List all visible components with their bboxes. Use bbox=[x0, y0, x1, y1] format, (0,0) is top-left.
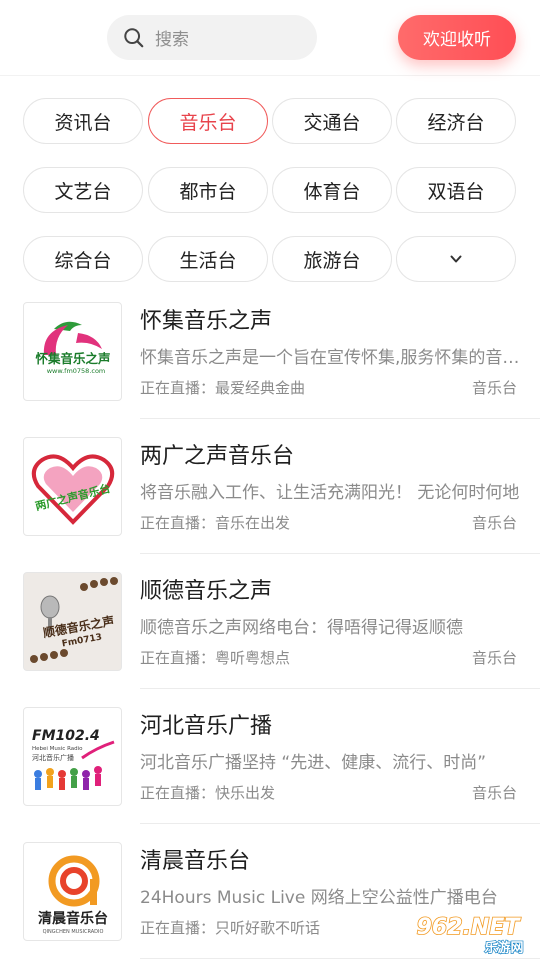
station-title: 两广之声音乐台 bbox=[140, 444, 295, 469]
category-economy[interactable]: 经济台 bbox=[396, 98, 516, 144]
station-tag: 音乐台 bbox=[471, 379, 517, 397]
category-city[interactable]: 都市台 bbox=[148, 167, 268, 213]
divider bbox=[140, 958, 540, 959]
live-program: 正在直播：音乐在出发 bbox=[140, 514, 291, 532]
station-tag: 音乐台 bbox=[471, 649, 517, 667]
watermark-logo: 962.NET 乐游网 bbox=[400, 912, 536, 957]
station-logo: 怀集音乐之声 www.fm0758.com bbox=[23, 302, 122, 401]
logo-subtext-cn: 河北音乐广播 bbox=[32, 753, 74, 762]
category-bilingual[interactable]: 双语台 bbox=[396, 167, 516, 213]
list-item[interactable]: 怀集音乐之声 www.fm0758.com 怀集音乐之声 怀集音乐之声是一个旨在… bbox=[0, 300, 540, 435]
watermark-text: 962.NET bbox=[417, 915, 522, 940]
station-logo: 两广之声音乐台 bbox=[23, 437, 122, 536]
station-title: 怀集音乐之声 bbox=[140, 309, 273, 334]
list-item[interactable]: FM102.4 Hebei Music Radio 河北音乐广播 河北音乐广播 … bbox=[0, 705, 540, 840]
logo-text: 怀集音乐之声 bbox=[35, 351, 110, 366]
category-arts[interactable]: 文艺台 bbox=[23, 167, 143, 213]
logo-subtext: QINGCHEN MUSICRADIO bbox=[43, 929, 104, 935]
category-life[interactable]: 生活台 bbox=[148, 236, 268, 282]
live-program: 正在直播：快乐出发 bbox=[140, 784, 276, 802]
category-traffic[interactable]: 交通台 bbox=[272, 98, 392, 144]
live-program: 正在直播：粤听粤想点 bbox=[140, 649, 291, 667]
logo-text: FM102.4 bbox=[32, 728, 100, 744]
logo-subtext: Hebei Music Radio bbox=[32, 746, 83, 752]
category-more-button[interactable] bbox=[396, 236, 516, 282]
category-general[interactable]: 综合台 bbox=[23, 236, 143, 282]
station-logo: 顺德音乐之声 Fm0713 bbox=[23, 572, 122, 671]
search-icon bbox=[124, 27, 144, 47]
search-placeholder: 搜索 bbox=[155, 30, 189, 50]
station-title: 顺德音乐之声 bbox=[140, 579, 273, 604]
divider bbox=[140, 553, 540, 554]
logo-subtext: www.fm0758.com bbox=[47, 367, 106, 375]
station-description: 将音乐融入工作、让生活充满阳光！ 无论何时何地 bbox=[140, 483, 520, 503]
station-description: 顺德音乐之声网络电台：得唔得记得返顺德 bbox=[140, 618, 463, 638]
list-item[interactable]: 顺德音乐之声 Fm0713 顺德音乐之声 顺德音乐之声网络电台：得唔得记得返顺德… bbox=[0, 570, 540, 705]
list-item[interactable]: 两广之声音乐台 两广之声音乐台 将音乐融入工作、让生活充满阳光！ 无论何时何地 … bbox=[0, 435, 540, 570]
category-music[interactable]: 音乐台 bbox=[148, 98, 268, 144]
welcome-button[interactable]: 欢迎收听 bbox=[398, 15, 516, 60]
logo-text: 清晨音乐台 bbox=[38, 910, 108, 927]
station-description: 24Hours Music Live 网络上空公益性广播电台 bbox=[140, 888, 498, 908]
top-bar: 搜索 欢迎收听 bbox=[0, 0, 540, 76]
live-program: 正在直播：最爱经典金曲 bbox=[140, 379, 306, 397]
category-sports[interactable]: 体育台 bbox=[272, 167, 392, 213]
divider bbox=[140, 418, 540, 419]
station-title: 清晨音乐台 bbox=[140, 849, 251, 874]
category-news[interactable]: 资讯台 bbox=[23, 98, 143, 144]
category-travel[interactable]: 旅游台 bbox=[272, 236, 392, 282]
divider bbox=[140, 688, 540, 689]
chevron-down-icon bbox=[450, 255, 462, 263]
station-description: 怀集音乐之声是一个旨在宣传怀集,服务怀集的音乐电台 bbox=[140, 348, 520, 368]
live-program: 正在直播：只听好歌不听话 bbox=[140, 919, 321, 937]
station-logo: FM102.4 Hebei Music Radio 河北音乐广播 bbox=[23, 707, 122, 806]
watermark-subtext: 乐游网 bbox=[484, 940, 523, 956]
station-title: 河北音乐广播 bbox=[140, 714, 273, 739]
station-description: 河北音乐广播坚持 “先进、健康、流行、时尚” bbox=[140, 753, 487, 773]
divider bbox=[140, 823, 540, 824]
station-logo: 清晨音乐台 QINGCHEN MUSICRADIO bbox=[23, 842, 122, 941]
search-bar[interactable]: 搜索 bbox=[107, 15, 317, 60]
station-tag: 音乐台 bbox=[471, 784, 517, 802]
station-tag: 音乐台 bbox=[471, 514, 517, 532]
